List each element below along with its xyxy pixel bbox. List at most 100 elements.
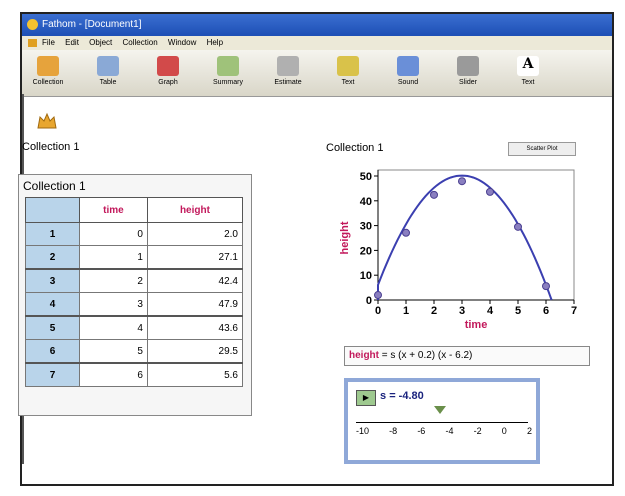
y-tick-label: 20 [360, 245, 372, 257]
toolbar-summary-button[interactable]: Summary [208, 52, 248, 94]
table-row[interactable]: 3 2 42.4 [25, 268, 244, 293]
toolbar-text-button[interactable]: A Text [508, 52, 548, 94]
cell-height[interactable]: 42.4 [146, 268, 244, 293]
x-tick-label: 5 [515, 305, 521, 317]
cell-time[interactable]: 3 [79, 292, 148, 317]
toolbar-label: Sound [397, 79, 419, 86]
menu-bar: File Edit Object Collection Window Help [22, 36, 612, 50]
estimate-icon [277, 56, 299, 76]
title-bar: Fathom - [Document1] [22, 14, 612, 36]
column-header-height[interactable]: height [146, 197, 244, 223]
x-tick-label: 1 [403, 305, 409, 317]
scatter-plot: 0 1 2 3 4 5 6 7 0 10 20 30 40 50 time height [339, 169, 577, 331]
toolbar-slider-button[interactable]: Slider [448, 52, 488, 94]
row-index-header [25, 197, 80, 223]
graph-icon [157, 56, 179, 76]
menu-window[interactable]: Window [168, 38, 196, 47]
toolbar-table-button[interactable]: Table [88, 52, 128, 94]
row-index: 5 [25, 315, 80, 340]
cell-height[interactable]: 5.6 [146, 362, 244, 387]
table-row[interactable]: 5 4 43.6 [25, 315, 244, 340]
cell-height[interactable]: 43.6 [146, 315, 244, 340]
cell-time[interactable]: 1 [79, 245, 148, 270]
toolbar-graph-button[interactable]: Graph [148, 52, 188, 94]
case-table-grid: time height 1 0 2.0 2 1 27.1 3 2 42.4 4 3 47.9 5 4 43.… [25, 197, 244, 387]
cell-time[interactable]: 5 [79, 339, 148, 364]
summary-icon [217, 56, 239, 76]
table-row[interactable]: 2 1 27.1 [25, 245, 244, 270]
collection-box-icon[interactable] [36, 112, 58, 130]
table-row[interactable]: 6 5 29.5 [25, 339, 244, 364]
slider-name: s [380, 390, 387, 402]
toolbar-label: Graph [158, 79, 178, 86]
y-tick-label: 30 [360, 221, 372, 233]
x-tick-label: 4 [487, 305, 494, 317]
y-axis-label: height [339, 221, 351, 254]
table-row[interactable]: 7 6 5.6 [25, 362, 244, 387]
menu-file[interactable]: File [42, 38, 55, 47]
cell-time[interactable]: 6 [79, 362, 148, 387]
x-tick-label: 7 [571, 305, 577, 317]
equation-lhs: height [349, 350, 379, 361]
equation-rhs: = s (x + 0.2) (x - 6.2) [381, 350, 473, 361]
toolbar-label: Collection [32, 79, 64, 86]
toolbar-label: Estimate [274, 79, 302, 86]
plotted-function[interactable]: height = s (x + 0.2) (x - 6.2) [344, 346, 590, 366]
cell-time[interactable]: 0 [79, 222, 148, 246]
toolbar-label: Summary [213, 79, 243, 86]
document-icon [28, 39, 37, 47]
sound-icon [397, 56, 419, 76]
slider-icon [457, 56, 479, 76]
slider-axis: -10 -8 -6 -4 -2 0 2 [356, 426, 532, 436]
row-index: 2 [25, 245, 80, 270]
data-point [402, 228, 410, 237]
slider-track[interactable] [356, 422, 528, 423]
cell-height[interactable]: 27.1 [146, 245, 244, 270]
cell-time[interactable]: 4 [79, 315, 148, 340]
row-index: 3 [25, 268, 80, 293]
toolbar-text-button[interactable]: Text [328, 52, 368, 94]
data-point [514, 222, 522, 231]
slider-play-button[interactable]: ▶ [356, 390, 376, 406]
slider-tick-label: -6 [417, 426, 426, 436]
toolbar-estimate-button[interactable]: Estimate [268, 52, 308, 94]
toolbar-label: Table [99, 79, 117, 86]
slider-tick-label: -4 [445, 426, 454, 436]
slider-readout: s = -4.80 [380, 390, 424, 402]
table-row[interactable]: 4 3 47.9 [25, 292, 244, 317]
menu-help[interactable]: Help [207, 38, 223, 47]
collection-box-label[interactable]: Collection 1 [22, 141, 79, 153]
y-tick-label: 50 [360, 171, 372, 183]
app-icon [27, 19, 38, 30]
slider-tick-label: 0 [501, 426, 507, 436]
cell-height[interactable]: 47.9 [146, 292, 244, 317]
table-row[interactable]: 1 0 2.0 [25, 222, 244, 246]
slider-tick-label: 2 [526, 426, 532, 436]
menu-object[interactable]: Object [89, 38, 112, 47]
cell-time[interactable]: 2 [79, 268, 148, 293]
data-point [486, 187, 494, 196]
data-point [374, 291, 382, 300]
toolbar-label: Text [341, 79, 355, 86]
y-tick-label: 40 [360, 196, 372, 208]
case-table-title: Collection 1 [23, 179, 86, 193]
cell-height[interactable]: 29.5 [146, 339, 244, 364]
cell-height[interactable]: 2.0 [146, 222, 244, 246]
data-point [542, 282, 550, 291]
toolbar-sound-button[interactable]: Sound [388, 52, 428, 94]
menu-edit[interactable]: Edit [65, 38, 79, 47]
slider-thumb[interactable] [434, 406, 446, 414]
menu-collection[interactable]: Collection [123, 38, 158, 47]
row-index: 6 [25, 339, 80, 364]
graph-panel[interactable]: Collection 1 Scatter Plot 0 1 2 3 4 5 6 7 0 10 20 3… [322, 140, 582, 340]
slider-panel[interactable]: ▶ s = -4.80 -10 -8 -6 -4 -2 0 2 [344, 378, 540, 464]
data-point [430, 190, 438, 199]
x-tick-label: 6 [543, 305, 549, 317]
case-table[interactable]: Collection 1 time height 1 0 2.0 2 1 27.1 3 2 42… [18, 174, 252, 416]
column-header-time[interactable]: time [79, 197, 148, 223]
toolbar-collection-button[interactable]: Collection [28, 52, 68, 94]
row-index: 1 [25, 222, 80, 246]
collection-icon [37, 56, 59, 76]
slider-tick-label: -8 [389, 426, 398, 436]
slider-tick-label: -2 [473, 426, 482, 436]
